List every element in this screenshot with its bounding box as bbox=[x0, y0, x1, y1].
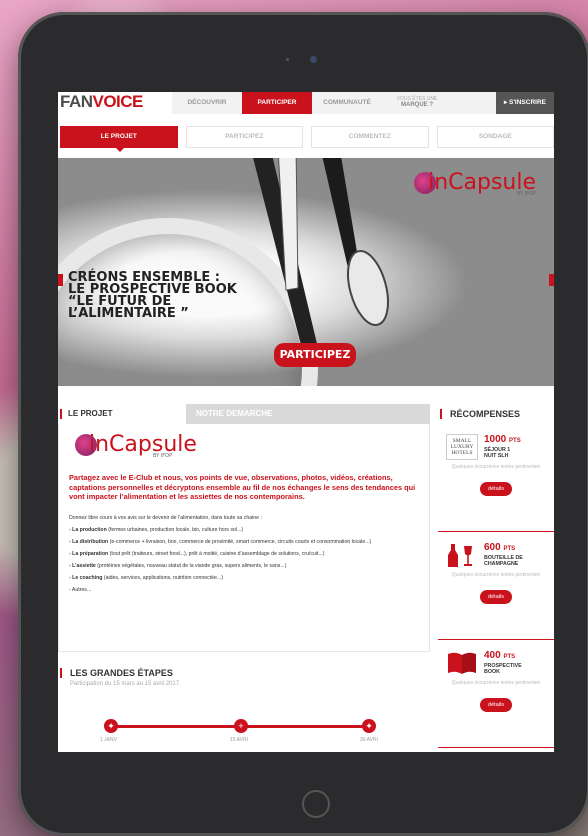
tab-projet[interactable]: LE PROJET bbox=[58, 404, 186, 424]
sub-tabs: LE PROJET PARTICIPEZ COMMENTEZ SONDAGE bbox=[58, 114, 554, 158]
nav-participer[interactable]: PARTICIPER bbox=[242, 92, 312, 114]
top-navigation: FANVOICE DÉCOUVRIR PARTICIPER COMMUNAUTÉ… bbox=[58, 92, 554, 114]
reward-points: 600 PTS bbox=[484, 542, 516, 553]
hotel-logo-icon: SMALL LUXURY HOTELS bbox=[446, 434, 478, 460]
tab-participez[interactable]: PARTICIPEZ bbox=[185, 126, 303, 148]
participez-button[interactable]: PARTICIPEZ bbox=[274, 343, 356, 367]
hero-banner: inCapsule BY IFOP CRÉONS ENSEMBLE : LE PR… bbox=[58, 158, 554, 386]
home-button[interactable] bbox=[302, 790, 330, 818]
nav-decouvrir[interactable]: DÉCOUVRIR bbox=[172, 92, 242, 114]
reward-item: 600 PTS BOUTEILLE DE CHAMPAGNE Quelques o… bbox=[438, 532, 554, 640]
reward-points: 400 PTS bbox=[484, 650, 516, 661]
carousel-prev-icon[interactable] bbox=[58, 274, 63, 286]
reward-subtitle: Quelques occurrence textes pertinentes bbox=[451, 572, 541, 578]
logo-text-voice: VOICE bbox=[92, 92, 144, 111]
timeline-end-icon[interactable]: ✦ bbox=[362, 719, 376, 733]
reward-subtitle: Quelques occurrence textes pertinentes bbox=[451, 680, 541, 686]
incapsule-brand: inCapsule bbox=[89, 432, 197, 457]
marque-line2: MARQUE ? bbox=[401, 102, 433, 108]
reward-name: BOUTEILLE DE CHAMPAGNE bbox=[484, 555, 523, 567]
timeline: ✦ + ✦ 1 JANV 15 AVRI 30 AVRI bbox=[58, 713, 430, 743]
tab-sondage[interactable]: SONDAGE bbox=[436, 126, 554, 148]
reward-subtitle: Quelques occurrence textes pertinentes bbox=[451, 464, 541, 470]
incapsule-logo-2: inCapsule BY IFOP bbox=[75, 432, 419, 459]
tab-le-projet[interactable]: LE PROJET bbox=[60, 126, 178, 152]
list-item: - La préparation (tout prêt (traiteurs, … bbox=[69, 550, 325, 557]
incapsule-logo: inCapsule BY IFOP bbox=[414, 170, 536, 197]
etapes-subtitle: Participation du 15 mars au 15 avril 201… bbox=[70, 681, 181, 687]
nav-marque[interactable]: VOUS ÊTES UNE MARQUE ? bbox=[382, 92, 452, 114]
sensor-icon bbox=[286, 58, 289, 61]
rewards-title: RÉCOMPENSES bbox=[438, 404, 554, 424]
logo-text-fan: FAN bbox=[60, 92, 93, 111]
list-item: - La production (fermes urbaines, produc… bbox=[69, 526, 244, 533]
rewards-section: RÉCOMPENSES SMALL LUXURY HOTELS 1000 PTS S… bbox=[438, 404, 554, 752]
details-button[interactable]: détails bbox=[480, 698, 512, 712]
list-item: - L’assiette (protéines végétales, nouve… bbox=[69, 562, 287, 569]
hero-title: CRÉONS ENSEMBLE : LE PROSPECTIVE BOOK “L… bbox=[68, 271, 237, 321]
reward-name: PROSPECTIVE BOOK bbox=[484, 663, 522, 675]
timeline-label: 1 JANV bbox=[100, 737, 117, 743]
reward-item: 400 PTS PROSPECTIVE BOOK Quelques occurre… bbox=[438, 640, 554, 748]
reward-name: SÉJOUR 1 NUIT SLH bbox=[484, 447, 511, 459]
reward-points: 1000 PTS bbox=[484, 434, 521, 445]
camera-icon bbox=[310, 56, 317, 63]
project-content: inCapsule BY IFOP Partagez avec le E-Club… bbox=[58, 424, 430, 652]
details-button[interactable]: détails bbox=[480, 590, 512, 604]
hero-title-line: L’ALIMENTAIRE ” bbox=[68, 306, 189, 321]
project-intro: Partagez avec le E-Club et nous, vos poi… bbox=[69, 473, 416, 501]
champagne-icon bbox=[448, 544, 472, 567]
tablet-screen: FANVOICE DÉCOUVRIR PARTICIPER COMMUNAUTÉ… bbox=[58, 92, 554, 752]
nav-communaute[interactable]: COMMUNAUTÉ bbox=[312, 92, 382, 114]
details-button[interactable]: détails bbox=[480, 482, 512, 496]
timeline-start-icon[interactable]: ✦ bbox=[104, 719, 118, 733]
sinscrire-button[interactable]: ▸ S'INSCRIRE bbox=[496, 92, 554, 114]
book-icon bbox=[448, 652, 476, 674]
project-details: Donnez libre cours à vos avis sur le dev… bbox=[69, 514, 419, 594]
timeline-mid-icon[interactable]: + bbox=[234, 719, 248, 733]
timeline-label: 15 AVRI bbox=[230, 737, 248, 743]
list-item: - Le coaching (aides, services, applicat… bbox=[69, 574, 223, 581]
timeline-label: 30 AVRI bbox=[360, 737, 378, 743]
tab-commentez[interactable]: COMMENTEZ bbox=[311, 126, 429, 148]
project-section: LE PROJET NOTRE DEMARCHE inCapsule BY IFO… bbox=[58, 404, 430, 752]
tab-demarche[interactable]: NOTRE DEMARCHE bbox=[186, 404, 430, 424]
etapes-title: LES GRANDES ÉTAPES bbox=[58, 668, 430, 678]
cutlery-image bbox=[253, 158, 389, 353]
carousel-next-icon[interactable] bbox=[549, 274, 554, 286]
list-item: - La distribution (e-commerce + livraiso… bbox=[69, 538, 372, 545]
reward-item: SMALL LUXURY HOTELS 1000 PTS SÉJOUR 1 NUIT … bbox=[438, 424, 554, 532]
project-lead: Donnez libre cours à vos avis sur le dev… bbox=[69, 514, 262, 521]
fanvoice-logo[interactable]: FANVOICE bbox=[58, 92, 172, 114]
list-item: - Autres... bbox=[69, 586, 92, 593]
